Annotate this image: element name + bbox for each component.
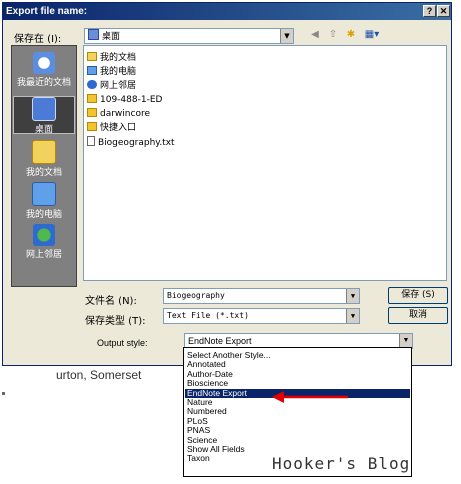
nav-label: 我最近的文档 (16, 78, 71, 88)
nav-label: 网上邻居 (25, 250, 62, 260)
dropdown-option[interactable]: PNAS (185, 425, 410, 435)
save-in-combo[interactable]: 桌面 ▼ (84, 28, 294, 44)
my-computer-icon (32, 182, 56, 206)
list-item[interactable]: 快捷入口 (87, 122, 136, 135)
nav-my-documents[interactable]: 我的文档 (13, 140, 75, 178)
export-dialog: Export file name: ? ✕ 保存在 (I): 桌面 ▼ ◀ ⇧ … (2, 2, 452, 366)
list-item[interactable]: 我的文档 (87, 52, 136, 65)
nav-recent[interactable]: 我最近的文档 (13, 52, 75, 90)
chevron-down-icon[interactable]: ▼ (346, 309, 359, 323)
my-computer-icon (87, 66, 97, 75)
network-places-icon (33, 224, 55, 246)
cancel-button[interactable]: 取消 (388, 307, 448, 324)
list-item[interactable]: darwincore (87, 108, 150, 121)
file-name: darwincore (100, 109, 150, 119)
help-button[interactable]: ? (423, 5, 436, 17)
file-name: 我的文档 (100, 53, 137, 63)
nav-label: 我的电脑 (25, 210, 62, 220)
list-item[interactable]: 我的电脑 (87, 66, 136, 79)
output-style-value: EndNote Export (188, 336, 252, 346)
text-file-icon (87, 136, 95, 146)
dropdown-option[interactable]: Numbered (185, 406, 410, 416)
chevron-down-icon[interactable]: ▼ (280, 29, 293, 43)
nav-network[interactable]: 网上邻居 (13, 224, 75, 262)
new-folder-icon[interactable]: ✱ (344, 28, 358, 42)
title-bar: Export file name: ? ✕ (3, 3, 451, 20)
save-button[interactable]: 保存 (S) (388, 287, 448, 304)
chevron-down-icon[interactable]: ▼ (399, 334, 412, 348)
filetype-label: 保存类型 (T): (85, 316, 146, 327)
recent-documents-icon (33, 52, 55, 74)
desktop-icon (32, 97, 56, 121)
filetype-value: Text File (*.txt) (167, 311, 249, 320)
back-icon[interactable]: ◀ (308, 28, 322, 42)
file-name: 快捷入口 (100, 123, 137, 133)
folder-icon (87, 122, 97, 131)
dropdown-option[interactable]: PLoS (185, 416, 410, 426)
desktop-small-icon (88, 29, 99, 40)
file-name: 我的电脑 (100, 67, 137, 77)
my-documents-icon (87, 52, 97, 61)
nav-my-computer[interactable]: 我的电脑 (13, 182, 75, 220)
nav-label: 我的文档 (25, 168, 62, 178)
filename-value: Biogeography (167, 291, 225, 300)
file-list[interactable]: 我的文档 我的电脑 网上邻居 109-488-1-ED darwincore 快… (83, 45, 447, 281)
close-button[interactable]: ✕ (437, 5, 450, 17)
list-item[interactable]: 网上邻居 (87, 80, 136, 93)
nav-label: 桌面 (34, 125, 53, 135)
file-name: 网上邻居 (100, 81, 137, 91)
file-name: 109-488-1-ED (100, 95, 163, 105)
save-in-label: 保存在 (I): (14, 34, 62, 45)
background-text: urton, Somerset (56, 368, 142, 382)
places-bar: 我最近的文档 桌面 我的文档 我的电脑 网上邻居 (11, 45, 77, 287)
list-item[interactable]: Biogeography.txt (87, 136, 175, 149)
background-bullet (2, 392, 5, 395)
filetype-select[interactable]: Text File (*.txt) ▼ (163, 308, 360, 324)
network-places-icon (87, 80, 97, 89)
filename-label: 文件名 (N): (85, 296, 137, 307)
folder-icon (87, 108, 97, 117)
filename-input[interactable]: Biogeography ▼ (163, 288, 360, 304)
nav-desktop[interactable]: 桌面 (13, 96, 75, 135)
chevron-down-icon[interactable]: ▼ (346, 289, 359, 303)
folder-icon (87, 94, 97, 103)
my-documents-icon (32, 140, 56, 164)
list-item[interactable]: 109-488-1-ED (87, 94, 162, 107)
watermark: Hooker's Blog (272, 454, 411, 473)
view-menu-icon[interactable]: ▦▾ (363, 28, 381, 42)
save-in-value: 桌面 (102, 32, 121, 42)
dialog-title: Export file name: (6, 6, 88, 17)
output-style-label: Output style: (97, 338, 148, 348)
red-arrow-annotation (272, 391, 348, 403)
file-name: Biogeography.txt (98, 138, 175, 148)
up-folder-icon[interactable]: ⇧ (326, 28, 340, 42)
dropdown-option[interactable]: Show All Fields (185, 444, 410, 454)
